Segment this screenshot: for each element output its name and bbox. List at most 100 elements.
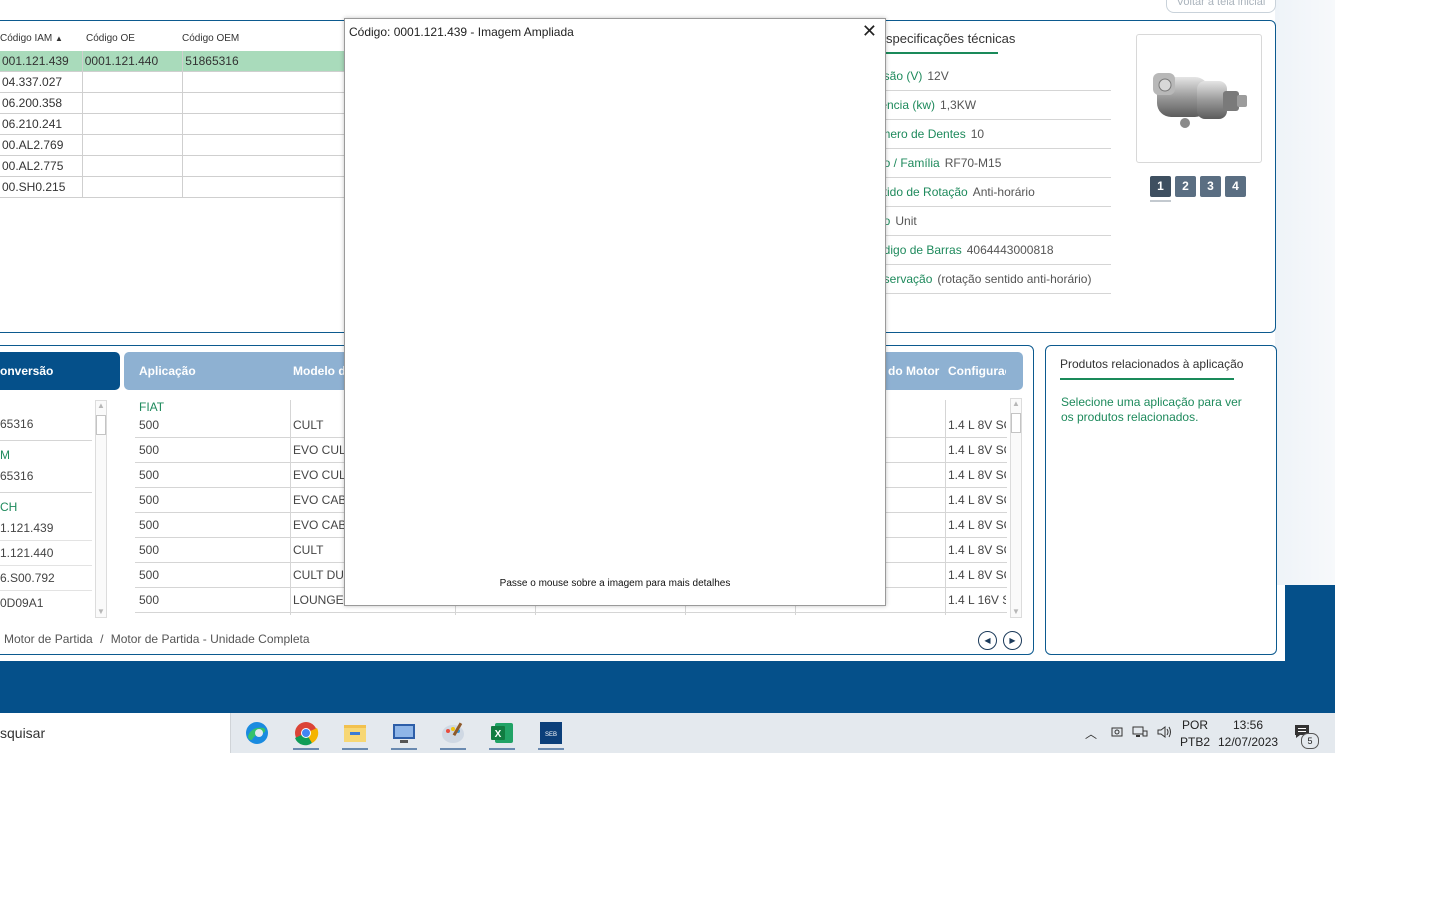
col-header-oem[interactable]: Código OEM bbox=[182, 33, 239, 44]
taskbar: squisar X SEB ︿ POR PTB2 13:56 12/07/202… bbox=[0, 713, 1335, 753]
image-page-button[interactable]: 1 bbox=[1150, 176, 1171, 197]
breadcrumb: Motor de Partida / Motor de Partida - Un… bbox=[4, 632, 310, 646]
previous-icon[interactable]: ◀ bbox=[978, 631, 997, 650]
chevron-up-icon[interactable]: ︿ bbox=[1085, 725, 1097, 742]
iam-code-cell: 001.121.439 bbox=[0, 51, 83, 72]
scroll-down-icon[interactable]: ▼ bbox=[96, 607, 106, 617]
image-page-button[interactable]: 3 bbox=[1200, 176, 1221, 197]
image-page-button[interactable]: 4 bbox=[1225, 176, 1246, 197]
spec-value: RF70-M15 bbox=[944, 156, 1002, 170]
keyboard-layout[interactable]: PTB2 bbox=[1180, 735, 1210, 749]
iam-code-cell: 04.337.027 bbox=[0, 71, 83, 93]
scroll-up-icon[interactable]: ▲ bbox=[96, 401, 106, 411]
zoomed-image-area[interactable] bbox=[345, 45, 885, 573]
col-header-application[interactable]: Aplicação bbox=[139, 364, 196, 378]
spec-row: po / Família RF70-M15 bbox=[877, 149, 1111, 178]
screen: Voltar à tela inicial Código IAM ▲ Códig… bbox=[0, 0, 1335, 753]
code-row[interactable]: 04.337.027 bbox=[0, 71, 345, 93]
config-cell: 1.4 L 8V SO bbox=[948, 418, 1006, 432]
model-cell: EVO CUL bbox=[293, 468, 346, 482]
code-row[interactable]: 001.121.439 0001.121.440 51865316 bbox=[0, 51, 345, 72]
conversion-brand: M bbox=[0, 448, 10, 462]
code-row[interactable]: 06.210.241 bbox=[0, 113, 345, 135]
application-brand: FIAT bbox=[139, 400, 165, 414]
column-divider bbox=[945, 400, 946, 615]
oem-code-cell bbox=[182, 134, 345, 156]
svg-text:SEB: SEB bbox=[545, 732, 557, 738]
spec-row: poUnit bbox=[877, 207, 1111, 236]
model-cell: EVO CAB bbox=[293, 493, 347, 507]
language-code[interactable]: POR bbox=[1182, 718, 1208, 732]
conversion-list: 65316 M 65316 CH 1.121.439 1.121.440 6.S00.792… bbox=[0, 395, 92, 615]
scroll-thumb[interactable] bbox=[96, 415, 106, 435]
running-indicator bbox=[538, 748, 564, 750]
spec-row: oservação (rotação sentido anti-horário) bbox=[877, 265, 1111, 294]
code-row[interactable]: 06.200.358 bbox=[0, 92, 345, 114]
application-cell: 500 bbox=[139, 468, 160, 482]
conversion-code[interactable]: 65316 bbox=[0, 464, 92, 488]
pager-active-indicator bbox=[1150, 200, 1171, 202]
application-cell: 500 bbox=[139, 443, 160, 457]
scroll-up-icon[interactable]: ▲ bbox=[1011, 399, 1021, 409]
code-row[interactable]: 00.SH0.215 bbox=[0, 176, 345, 198]
clock-time[interactable]: 13:56 bbox=[1233, 718, 1263, 732]
conversion-group: M 65316 bbox=[0, 447, 92, 493]
conversion-code[interactable]: 1.121.440 bbox=[0, 541, 92, 566]
breadcrumb-item[interactable]: Motor de Partida bbox=[4, 632, 93, 646]
network-icon[interactable] bbox=[1132, 725, 1148, 742]
conversion-code[interactable]: 1.121.439 bbox=[0, 516, 92, 541]
conversion-code[interactable]: 6.S00.792 bbox=[0, 566, 92, 591]
config-cell: 1.4 L 8V SO bbox=[948, 493, 1006, 507]
model-cell: CULT DU bbox=[293, 568, 344, 582]
col-header-iam[interactable]: Código IAM ▲ bbox=[0, 33, 63, 44]
spec-label: ódigo de Barras bbox=[877, 243, 962, 257]
spec-row: tência (kw) 1,3KW bbox=[877, 91, 1111, 120]
conversion-code[interactable]: 65316 bbox=[0, 412, 92, 436]
column-divider bbox=[290, 400, 291, 615]
breadcrumb-item[interactable]: Motor de Partida - Unidade Completa bbox=[111, 632, 310, 646]
paint-icon[interactable] bbox=[434, 718, 472, 750]
related-title: Produtos relacionados à aplicação bbox=[1060, 357, 1244, 371]
product-thumbnail[interactable] bbox=[1136, 34, 1262, 163]
image-page-button[interactable]: 2 bbox=[1175, 176, 1196, 197]
conversion-scrollbar[interactable]: ▲ ▼ bbox=[95, 400, 107, 618]
model-cell: EVO CAB bbox=[293, 518, 347, 532]
code-row[interactable]: 00.AL2.769 bbox=[0, 134, 345, 156]
conversion-group: 65316 bbox=[0, 395, 92, 441]
iam-code-cell: 06.200.358 bbox=[0, 92, 83, 114]
background-gradient bbox=[1275, 0, 1335, 585]
spec-label: ímero de Dentes bbox=[877, 127, 966, 141]
spec-value: Anti-horário bbox=[972, 185, 1035, 199]
meet-now-icon[interactable] bbox=[1110, 725, 1124, 742]
conversion-brand: CH bbox=[0, 500, 18, 514]
remote-desktop-icon[interactable] bbox=[385, 718, 423, 750]
scroll-down-icon[interactable]: ▼ bbox=[1011, 607, 1021, 617]
excel-icon[interactable]: X bbox=[483, 718, 521, 750]
code-row[interactable]: 00.AL2.775 bbox=[0, 155, 345, 177]
back-to-home-button[interactable]: Voltar à tela inicial bbox=[1166, 0, 1276, 13]
col-header-config[interactable]: Configurаç bbox=[948, 364, 1006, 378]
next-icon[interactable]: ▶ bbox=[1003, 631, 1022, 650]
dialog-hint: Passe o mouse sobre a imagem para mais d… bbox=[499, 578, 731, 589]
application-scrollbar[interactable]: ▲ ▼ bbox=[1010, 398, 1022, 618]
volume-icon[interactable] bbox=[1156, 725, 1172, 742]
file-explorer-icon[interactable] bbox=[336, 718, 374, 750]
oem-code-cell: 51865316 bbox=[182, 51, 345, 72]
clock-date[interactable]: 12/07/2023 bbox=[1218, 735, 1278, 749]
spec-value: 12V bbox=[927, 69, 949, 83]
edge-icon[interactable] bbox=[238, 718, 276, 748]
taskbar-search[interactable]: squisar bbox=[0, 713, 231, 753]
col-header-oe[interactable]: Código OE bbox=[86, 33, 135, 44]
seb-app-icon[interactable]: SEB bbox=[532, 718, 570, 750]
oe-code-cell bbox=[82, 134, 184, 156]
conversion-code[interactable]: 0D09A1 bbox=[0, 591, 92, 615]
model-cell: LOUNGE bbox=[293, 593, 344, 607]
oem-code-cell bbox=[182, 155, 345, 177]
oe-code-cell bbox=[82, 176, 184, 198]
scroll-thumb[interactable] bbox=[1011, 413, 1021, 433]
chrome-icon[interactable] bbox=[287, 718, 325, 750]
close-icon[interactable]: ✕ bbox=[862, 22, 877, 40]
col-header-model[interactable]: Modelo d bbox=[293, 364, 346, 378]
config-cell: 1.4 L 8V SO bbox=[948, 443, 1006, 457]
col-header-engine[interactable]: do Motor bbox=[888, 364, 939, 378]
